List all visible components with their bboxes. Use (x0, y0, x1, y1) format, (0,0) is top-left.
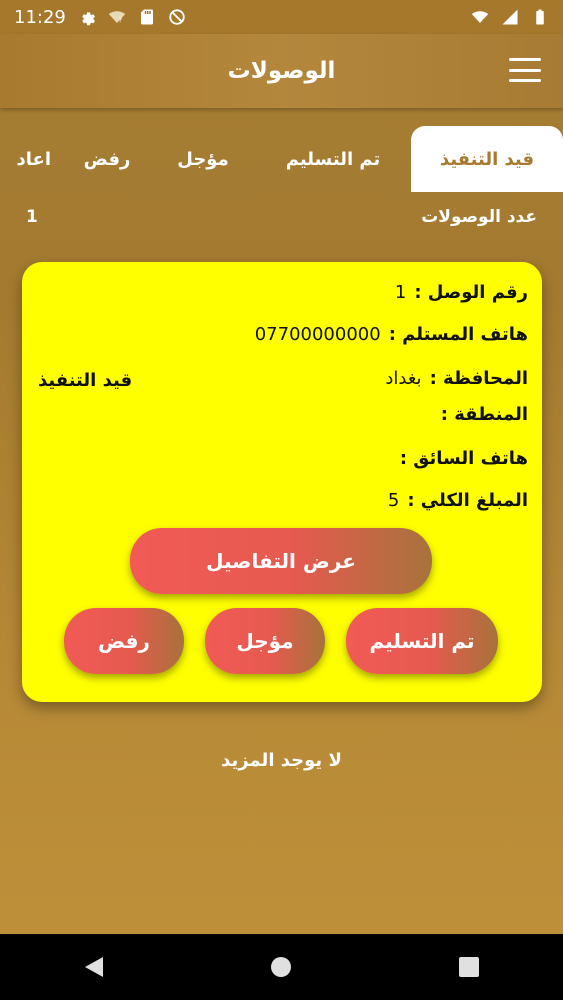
page-title: الوصولات (227, 58, 336, 84)
menu-line (509, 79, 541, 82)
gear-icon (82, 12, 95, 26)
cellular-icon (502, 9, 518, 25)
view-details-button[interactable]: عرض التفاصيل (130, 528, 432, 594)
back-triangle-icon (84, 957, 103, 977)
receipts-count-row: 1 عدد الوصولات (0, 200, 563, 234)
tab-delivered[interactable]: تم التسليم (271, 126, 395, 192)
total-amount-value: 5 (387, 490, 400, 511)
total-amount-label: المبلغ الكلي : (407, 490, 528, 511)
area-row: المنطقة : (441, 404, 528, 425)
tab-rejected[interactable]: رفض (75, 126, 139, 192)
delivered-button[interactable]: تم التسليم (346, 608, 498, 674)
province-row: المحافظة : بغداد (385, 368, 528, 389)
postponed-button[interactable]: مؤجل (205, 608, 325, 674)
driver-phone-label: هاتف السائق : (399, 448, 528, 469)
receipt-number-row: رقم الوصل : 1 (395, 282, 528, 303)
tab-postponed[interactable]: مؤجل (163, 126, 243, 192)
province-label: المحافظة : (429, 368, 528, 389)
receipt-number-value: 1 (394, 282, 407, 303)
back-button[interactable] (64, 937, 124, 997)
recents-button[interactable] (439, 937, 499, 997)
recipient-phone-label: هاتف المستلم : (388, 324, 528, 345)
receipts-count-value: 1 (26, 207, 38, 227)
menu-line (509, 58, 541, 61)
signal-icon (471, 11, 489, 24)
hamburger-menu-icon[interactable] (509, 58, 541, 82)
area-label: المنطقة : (440, 404, 528, 425)
battery-icon (536, 9, 544, 25)
receipt-card: رقم الوصل : 1 هاتف المستلم : 07700000000… (22, 262, 542, 702)
status-left: 11:29 ? (14, 7, 186, 28)
home-button[interactable] (251, 937, 311, 997)
recipient-phone-value: 07700000000 (254, 324, 381, 345)
driver-phone-row: هاتف السائق : (400, 448, 528, 469)
no-data-icon (169, 9, 185, 25)
recipient-phone-row: هاتف المستلم : 07700000000 (255, 324, 528, 345)
menu-line (509, 68, 541, 72)
status-tabs: قيد التنفيذ تم التسليم مؤجل رفض اعاد (0, 108, 563, 192)
status-right (471, 8, 549, 26)
province-value: بغداد (385, 368, 422, 389)
app-bar: الوصولات (0, 34, 563, 108)
receipts-count-label: عدد الوصولات (421, 207, 537, 227)
wifi-question-icon: ? (108, 11, 126, 24)
tab-returned[interactable]: اعاد (0, 126, 51, 192)
status-bar: 11:29 ? (0, 0, 563, 34)
status-time: 11:29 (14, 6, 66, 28)
tab-in-progress[interactable]: قيد التنفيذ (411, 126, 563, 192)
system-nav-bar (0, 934, 563, 1000)
reject-button[interactable]: رفض (64, 608, 184, 674)
no-more-label: لا يوجد المزيد (221, 750, 342, 771)
total-amount-row: المبلغ الكلي : 5 (388, 490, 528, 511)
svg-text:?: ? (118, 16, 122, 24)
receipt-number-label: رقم الوصل : (414, 282, 528, 303)
recents-square-icon (459, 957, 480, 977)
sd-card-icon (140, 9, 153, 25)
status-badge: قيد التنفيذ (38, 370, 133, 391)
home-circle-icon (271, 957, 292, 977)
